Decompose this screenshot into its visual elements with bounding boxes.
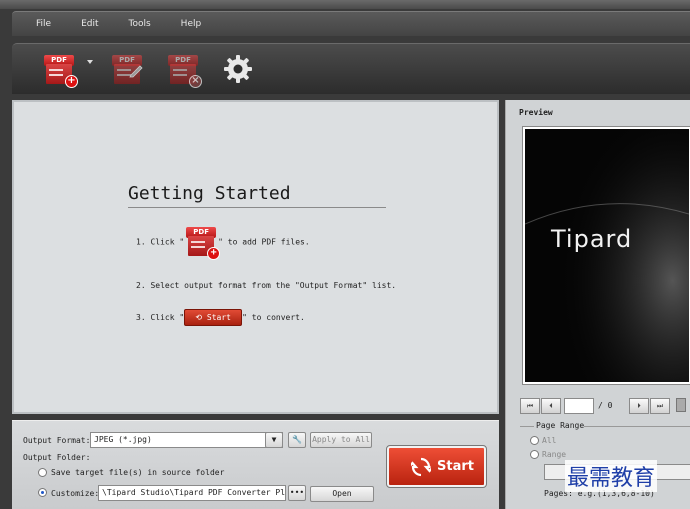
plus-badge: + — [65, 75, 78, 88]
edit-pdf-button[interactable]: PDF — [110, 54, 144, 86]
save-in-source-label: Save target file(s) in source folder — [51, 468, 225, 477]
add-pdf-icon: PDF + — [184, 226, 221, 260]
settings-gear-icon[interactable] — [222, 53, 254, 85]
document-icon[interactable] — [676, 398, 686, 412]
step-1-text-before: 1. Click " — [136, 237, 185, 247]
preview-panel: Preview Tipard ⏮ ⏴ / 0 ⏵ ⏭ Page Range Al… — [505, 100, 690, 509]
inline-start-label: Start — [206, 313, 231, 322]
refresh-arrows-icon — [411, 457, 431, 477]
chevron-down-icon[interactable]: ▼ — [265, 432, 283, 448]
menu-tools[interactable]: Tools — [99, 19, 151, 29]
next-page-button[interactable]: ⏵ — [629, 398, 649, 414]
preview-screen: Tipard — [522, 126, 690, 385]
step-1-text-after: " to add PDF files. — [218, 237, 310, 247]
pencil-icon — [129, 65, 143, 78]
save-in-source-radio[interactable] — [38, 468, 47, 477]
page-total: / 0 — [598, 401, 613, 410]
page-number-input[interactable] — [564, 398, 594, 414]
title-divider — [128, 207, 386, 208]
output-format-select[interactable]: JPEG (*.jpg) — [90, 432, 283, 448]
menu-bar: File Edit Tools Help — [12, 11, 690, 36]
output-folder-label: Output Folder: — [23, 453, 91, 462]
remove-pdf-icon: PDF × — [166, 54, 202, 88]
page-range-label: Page Range — [536, 421, 585, 430]
step-2: 2. Select output format from the "Output… — [136, 281, 397, 290]
prev-page-button[interactable]: ⏴ — [541, 398, 561, 414]
open-folder-button[interactable]: Open — [310, 486, 374, 502]
menu-help[interactable]: Help — [151, 19, 202, 29]
page-range-all-radio[interactable] — [530, 436, 539, 445]
add-pdf-icon: PDF + — [42, 54, 78, 88]
start-button-label: Start — [437, 459, 474, 474]
step-3-text-after: " to convert. — [242, 313, 305, 322]
preview-sheen — [525, 129, 689, 382]
output-format-label: Output Format: — [23, 436, 91, 445]
remove-badge: × — [189, 75, 202, 88]
refresh-arrows-icon: ⟲ — [195, 313, 207, 322]
page-range-custom-radio[interactable] — [530, 450, 539, 459]
page-range-all-label: All — [542, 436, 557, 445]
last-page-button[interactable]: ⏭ — [650, 398, 670, 414]
customize-radio[interactable] — [38, 488, 47, 497]
tipard-logo: Tipard — [551, 225, 633, 253]
step-3-text-before: 3. Click " — [136, 313, 185, 322]
step-1: 1. Click " PDF + " to add PDF files. — [136, 226, 310, 260]
step-3: 3. Click " ⟲ Start " to convert. — [136, 309, 305, 326]
getting-started-panel: Getting Started 1. Click " PDF + " to add P… — [12, 100, 499, 414]
menu-file[interactable]: File — [12, 19, 51, 29]
page-range-custom-label: Range — [542, 450, 567, 459]
edit-pdf-icon: PDF — [110, 54, 144, 86]
output-folder-path-input[interactable]: \Tipard Studio\Tipard PDF Converter Plat… — [98, 485, 286, 501]
menu-edit[interactable]: Edit — [51, 19, 98, 29]
customize-label: Customize: — [51, 489, 100, 498]
inline-start-button-image: ⟲ Start — [184, 309, 243, 326]
first-page-button[interactable]: ⏮ — [520, 398, 540, 414]
wrench-icon[interactable]: 🔧 — [288, 432, 306, 448]
apply-to-all-button[interactable]: Apply to All — [310, 432, 372, 448]
remove-pdf-button[interactable]: PDF × — [166, 54, 202, 88]
plus-badge: + — [207, 247, 221, 260]
watermark-text: 最需教育 — [565, 460, 658, 492]
toolbar: PDF + PDF PDF × — [12, 43, 690, 94]
preview-label: Preview — [519, 108, 553, 117]
chevron-down-icon[interactable] — [87, 60, 93, 64]
start-button[interactable]: Start — [386, 445, 487, 488]
browse-button[interactable]: ••• — [288, 485, 306, 501]
add-pdf-button[interactable]: PDF + — [42, 54, 78, 88]
title-bar — [0, 0, 690, 9]
getting-started-title: Getting Started — [128, 183, 291, 204]
